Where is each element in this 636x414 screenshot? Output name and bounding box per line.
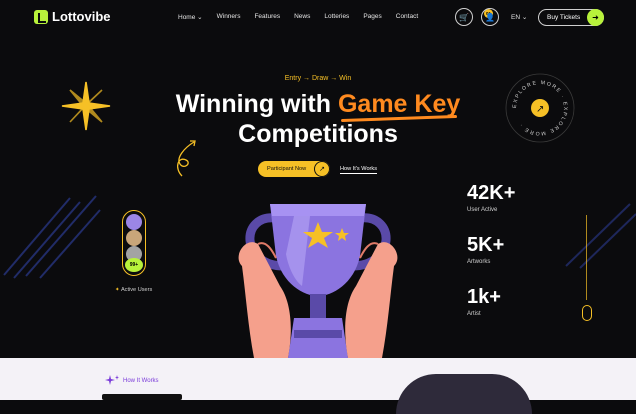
chevron-down-icon: ⌄ <box>197 14 203 21</box>
menu-item-contact[interactable]: Contact <box>396 13 418 21</box>
buy-tickets-button[interactable]: Buy Tickets ➜ <box>538 9 604 26</box>
sparkle-icon <box>105 375 119 385</box>
arrow-up-right-icon: ↗ <box>536 104 544 115</box>
menu-item-lotteries[interactable]: Lotteries <box>324 13 349 21</box>
top-navigation: Lottovibe Home ⌄ Winners Features News L… <box>0 0 636 36</box>
main-menu: Home ⌄ Winners Features News Lotteries P… <box>178 13 418 21</box>
how-it-works-eyebrow: How It Works <box>123 378 159 384</box>
stat-label: Artist <box>467 311 481 317</box>
arrow-up-right-icon: ↗ <box>314 161 330 177</box>
cart-icon: 🛒 <box>459 12 469 22</box>
scroll-line <box>586 215 587 300</box>
active-users-label: ✦ Active Users <box>115 287 152 293</box>
menu-item-home-label: Home <box>178 14 196 21</box>
menu-item-pages[interactable]: Pages <box>363 13 381 21</box>
section-image <box>396 374 532 414</box>
avatar <box>126 230 142 246</box>
brand-logo[interactable]: Lottovibe <box>34 9 111 24</box>
active-users-text: Active Users <box>120 287 153 293</box>
menu-item-home[interactable]: Home ⌄ <box>178 13 203 21</box>
stat-value: 5K+ <box>467 234 505 256</box>
hero-title-accent: Game Key <box>337 90 461 118</box>
hero-title-part1: Winning with <box>175 90 338 118</box>
buy-tickets-label: Buy Tickets <box>547 14 581 21</box>
participant-now-button[interactable]: Participant Now ↗ <box>258 161 330 177</box>
active-users-avatars: 99+ <box>122 210 146 276</box>
participant-now-label: Participant Now <box>267 166 307 172</box>
stat-artworks: 5K+ Artworks <box>467 234 504 265</box>
explore-more-badge[interactable]: EXPLORE MORE · EXPLORE MORE · ↗ <box>505 73 575 143</box>
scroll-mouse-icon[interactable] <box>582 305 592 321</box>
menu-item-features[interactable]: Features <box>254 13 280 21</box>
logo-icon <box>34 9 48 24</box>
menu-item-winners[interactable]: Winners <box>217 13 241 21</box>
stat-artist: 1k+ Artist <box>467 286 501 317</box>
stat-value: 42K+ <box>467 182 516 204</box>
brand-name: Lottovibe <box>52 9 111 24</box>
how-it-works-link[interactable]: How It's Works <box>340 166 378 174</box>
avatar <box>126 214 142 230</box>
stat-users: 42K+ User Active <box>467 182 515 213</box>
user-button[interactable]: 👤 <box>481 8 499 26</box>
arrow-right-icon: ➜ <box>587 9 604 26</box>
streak-decoration-left <box>3 195 101 279</box>
cart-button[interactable]: 🛒 <box>455 8 473 26</box>
language-label: EN <box>511 14 521 21</box>
menu-item-news[interactable]: News <box>294 13 310 21</box>
streak-decoration-right <box>565 203 636 269</box>
star-icon: ✦ <box>115 287 120 293</box>
user-icon: 👤 <box>485 12 495 22</box>
active-users-count: 99+ <box>125 258 143 272</box>
trophy-illustration <box>238 204 398 358</box>
chevron-down-icon: ⌄ <box>521 14 528 21</box>
stat-label: User Active <box>467 207 498 213</box>
stat-label: Artworks <box>467 259 491 265</box>
section-heading <box>102 394 182 400</box>
language-select[interactable]: EN ⌄ <box>511 13 527 21</box>
stat-value: 1k+ <box>467 286 501 308</box>
how-it-works-section <box>0 358 636 400</box>
